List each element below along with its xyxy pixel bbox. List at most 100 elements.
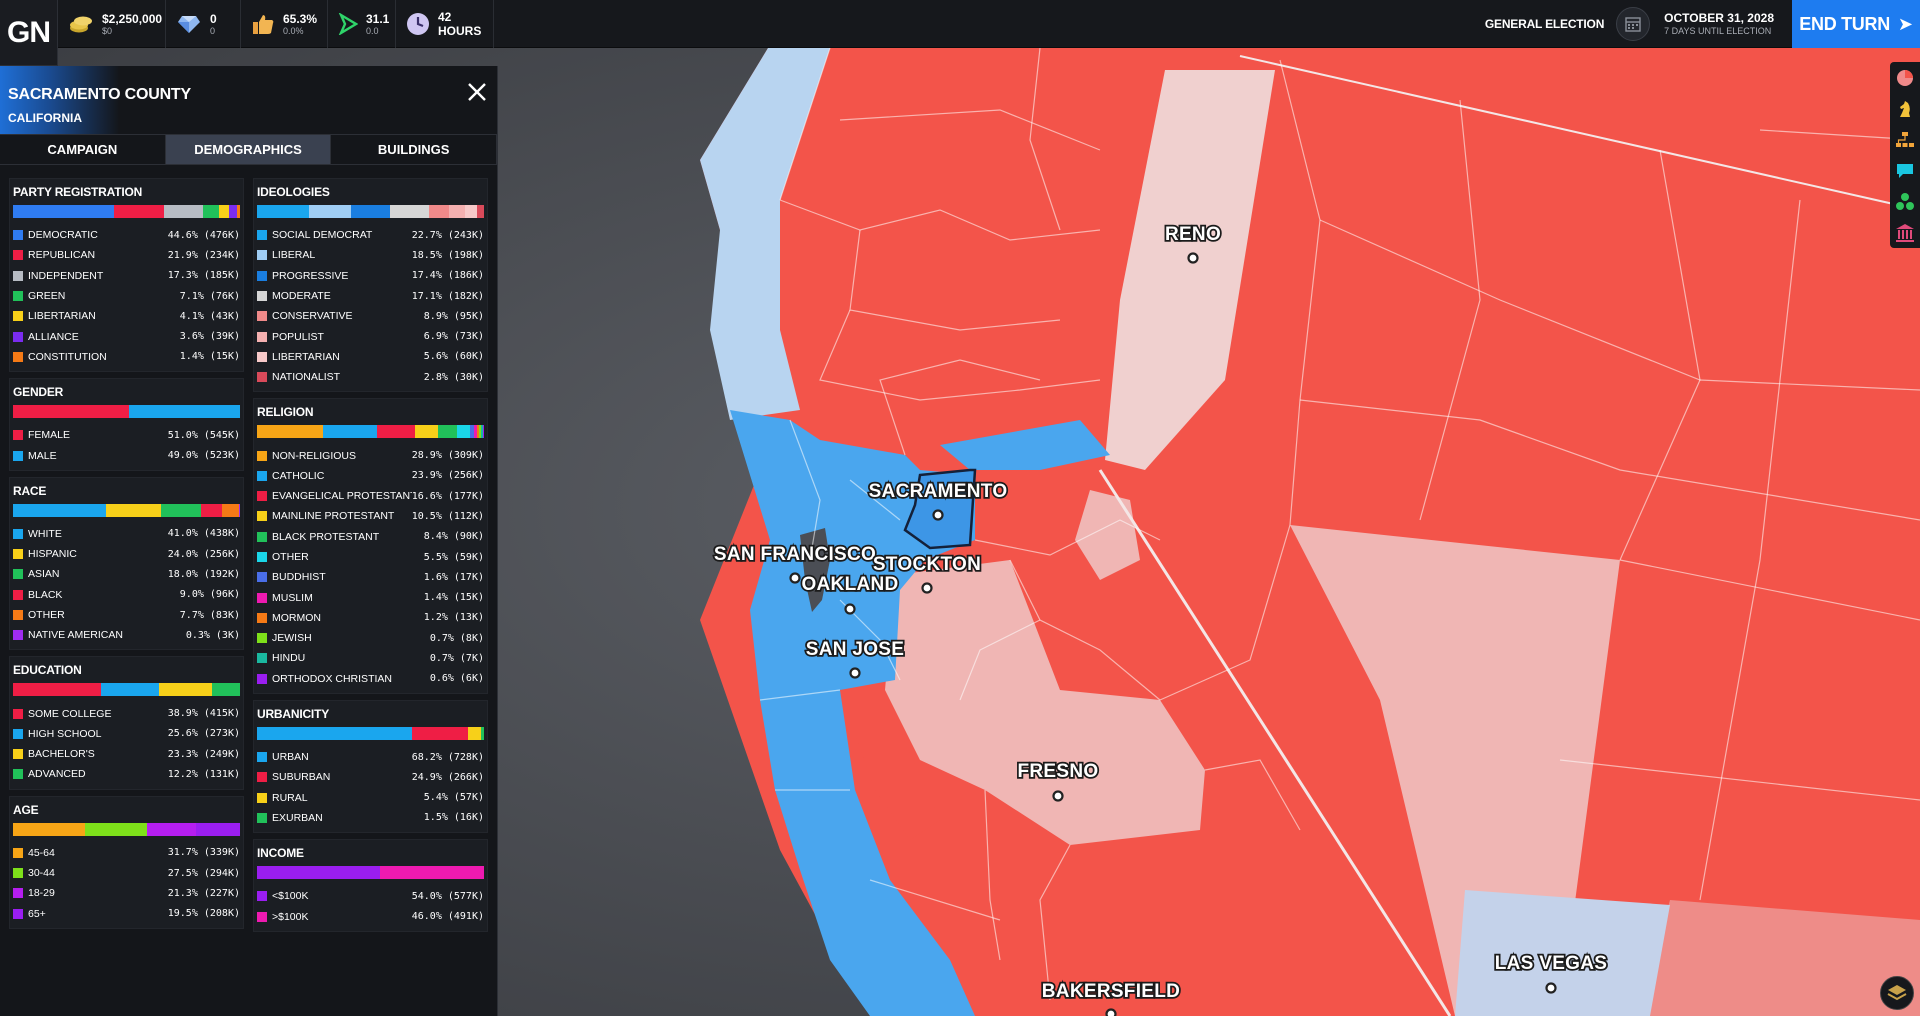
bar-segment-rural: [468, 726, 481, 740]
city-label-las-vegas[interactable]: LAS VEGAS: [1493, 951, 1609, 976]
election-info: GENERAL ELECTION OCTOBER 31, 2028 7 DAYS…: [1485, 0, 1920, 48]
end-turn-label: END TURN: [1799, 13, 1890, 34]
bar-segment-some-college: [13, 683, 102, 697]
city-dot-bakersfield[interactable]: [1105, 1008, 1117, 1016]
color-swatch: [257, 331, 267, 342]
stat-label: LIBERAL: [272, 249, 316, 262]
stat-label: HISPANIC: [28, 548, 77, 561]
stat-label: ASIAN: [28, 568, 60, 581]
stat-row-jewish: JEWISH 0.7% (8K): [257, 628, 484, 648]
close-icon[interactable]: [463, 78, 491, 106]
stat-label: DEMOCRATIC: [28, 229, 98, 242]
gem-icon: [176, 11, 202, 37]
city-dot-sacramento[interactable]: [932, 509, 944, 521]
stat-label: SUBURBAN: [272, 771, 331, 784]
bar-segment-black-protestant: [438, 425, 458, 439]
stat-row-65: 65+ 19.5% (208K): [13, 904, 240, 924]
gems-stat[interactable]: 00: [166, 0, 241, 48]
color-swatch: [13, 569, 23, 580]
bar-segment-libertarian: [464, 205, 478, 218]
tab-demographics[interactable]: DEMOGRAPHICS: [165, 135, 332, 164]
money-stat[interactable]: $2,250,000 $0: [58, 0, 166, 48]
city-dot-reno[interactable]: [1187, 252, 1199, 264]
stat-value: 25.6% (273K): [167, 728, 240, 740]
bar-segment-nationalist: [477, 205, 484, 218]
city-label-san-francisco[interactable]: SAN FRANCISCO: [712, 542, 877, 567]
clock-icon: [406, 11, 430, 37]
hours-stat[interactable]: 42 HOURS: [396, 0, 494, 48]
stat-value: 54.0% (577K): [411, 890, 484, 902]
bar-segment-moderate: [389, 205, 429, 218]
calendar-icon[interactable]: [1616, 7, 1651, 41]
region-southern-nevada[interactable]: [1640, 900, 1920, 1016]
layers-icon[interactable]: [1880, 976, 1914, 1010]
party-registration-stacked-bar: [13, 205, 240, 218]
city-dot-stockton[interactable]: [921, 582, 933, 594]
city-label-oakland[interactable]: OAKLAND: [800, 572, 900, 597]
stat-row-independent: INDEPENDENT 17.3% (185K): [13, 266, 240, 286]
stat-label: OTHER: [272, 551, 309, 563]
stat-value: 8.9% (95K): [423, 310, 484, 322]
stat-label: NON-RELIGIOUS: [272, 449, 357, 462]
stat-value: 4.1% (43K): [179, 310, 240, 322]
stat-label: REPUBLICAN: [28, 249, 96, 262]
tab-buildings[interactable]: BUILDINGS: [331, 135, 498, 164]
tab-campaign[interactable]: CAMPAIGN: [0, 135, 166, 164]
bar-segment-republican: [114, 205, 164, 218]
city-dot-las-vegas[interactable]: [1545, 982, 1557, 994]
color-swatch: [13, 351, 23, 362]
stat-label: 65+: [28, 907, 46, 920]
city-dot-san-jose[interactable]: [849, 667, 861, 679]
city-label-stockton[interactable]: STOCKTON: [871, 552, 983, 577]
org-chart-icon[interactable]: [1890, 124, 1920, 155]
stat-value: 28.9% (309K): [411, 450, 484, 462]
stat-row-asian: ASIAN 18.0% (192K): [13, 564, 240, 584]
color-swatch: [257, 572, 267, 583]
city-dot-oakland[interactable]: [844, 603, 856, 615]
bar-segment-evangelical-protestant: [376, 425, 415, 439]
stat-value: 46.0% (491K): [411, 911, 484, 923]
city-label-san-jose[interactable]: SAN JOSE: [804, 637, 906, 662]
color-swatch: [257, 653, 267, 664]
stat-row-alliance: ALLIANCE 3.6% (39K): [13, 326, 240, 346]
stat-row-rural: RURAL 5.4% (57K): [257, 788, 484, 808]
stat-value: 10.5% (112K): [411, 510, 484, 522]
bar-segment-other: [457, 425, 470, 439]
city-label-fresno[interactable]: FRESNO: [1016, 759, 1100, 784]
county-panel: SACRAMENTO COUNTY CALIFORNIA CAMPAIGN DE…: [0, 66, 498, 1016]
city-dot-san-francisco[interactable]: [789, 572, 801, 584]
chat-icon[interactable]: [1890, 155, 1920, 186]
ideologies-card: IDEOLOGIES SOCIAL DEMOCRAT 22.7% (243K) LIB…: [253, 178, 488, 393]
stat-label: SOME COLLEGE: [28, 707, 112, 720]
color-swatch: [257, 250, 267, 261]
stat-row-hindu: HINDU 0.7% (7K): [257, 648, 484, 668]
bar-segment-100k: [379, 866, 484, 880]
hexagons-icon[interactable]: [1890, 186, 1920, 217]
card-title: RELIGION: [257, 405, 314, 420]
end-turn-button[interactable]: END TURN ➤: [1792, 0, 1920, 48]
color-swatch: [13, 769, 23, 780]
color-swatch: [257, 552, 267, 562]
stat-row-social-democrat: SOCIAL DEMOCRAT 22.7% (243K): [257, 225, 484, 245]
chess-knight-icon[interactable]: [1890, 93, 1920, 124]
stat-value: 21.9% (234K): [167, 249, 240, 261]
city-label-sacramento[interactable]: SACRAMENTO: [867, 479, 1009, 504]
bar-segment-high-school: [101, 683, 160, 697]
race-stacked-bar: [13, 503, 240, 517]
stat-label: CONSERVATIVE: [272, 310, 353, 323]
stat-row-white: WHITE 41.0% (438K): [13, 524, 240, 544]
pie-chart-icon[interactable]: [1890, 62, 1920, 93]
game-logo[interactable]: GN: [0, 0, 58, 66]
coins-icon: [68, 11, 94, 37]
momentum-stat[interactable]: 31.1 0.0: [328, 0, 396, 48]
race-card: RACE WHITE 41.0% (438K) HISPANIC 24.0% (256K…: [9, 476, 244, 651]
city-label-reno[interactable]: RENO: [1163, 222, 1222, 247]
stat-label: HINDU: [272, 652, 306, 665]
approval-stat[interactable]: 65.3% 0.0%: [241, 0, 328, 48]
stat-value: 18.5% (198K): [411, 249, 484, 261]
city-dot-fresno[interactable]: [1052, 790, 1064, 802]
bar-segment-populist: [448, 205, 465, 218]
capitol-icon[interactable]: [1890, 217, 1920, 248]
stat-row-mainline-protestant: MAINLINE PROTESTANT 10.5% (112K): [257, 506, 484, 526]
city-label-bakersfield[interactable]: BAKERSFIELD: [1040, 979, 1182, 1004]
